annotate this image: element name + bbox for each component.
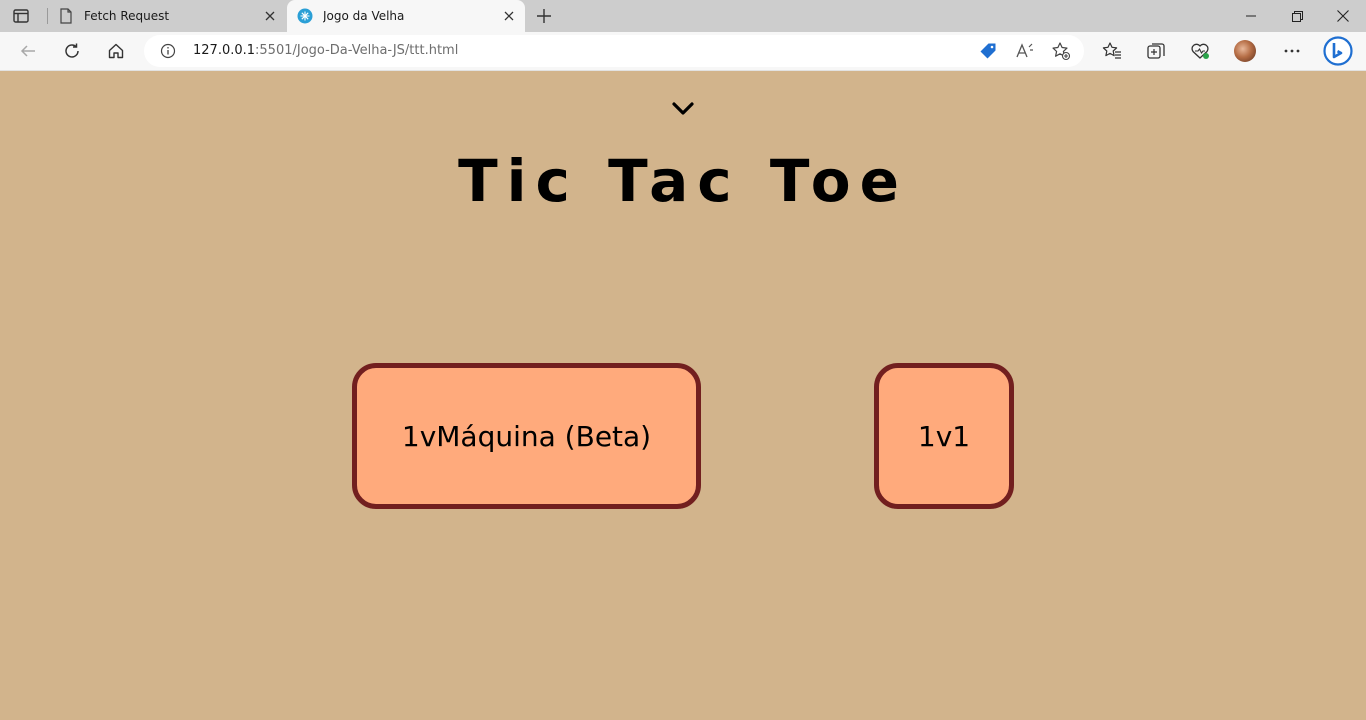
- coupon-tag-icon[interactable]: [978, 41, 998, 61]
- site-info-icon[interactable]: [160, 43, 176, 59]
- home-icon[interactable]: [100, 35, 132, 67]
- url-text: 127.0.0.1:5501/Jogo-Da-Velha-JS/ttt.html: [193, 35, 458, 67]
- tab-title: Jogo da Velha: [323, 9, 405, 23]
- tab-actions-icon[interactable]: [12, 7, 30, 25]
- settings-more-icon[interactable]: [1276, 35, 1308, 67]
- favorites-icon[interactable]: [1096, 35, 1128, 67]
- read-aloud-icon[interactable]: [1015, 41, 1035, 61]
- minimize-icon[interactable]: [1228, 0, 1274, 32]
- tab-title: Fetch Request: [84, 9, 170, 23]
- bing-copilot-icon[interactable]: [1322, 35, 1354, 67]
- chevron-down-icon[interactable]: [672, 101, 694, 117]
- vs-machine-button[interactable]: 1vMáquina (Beta): [352, 363, 701, 509]
- add-favorite-icon[interactable]: [1051, 41, 1071, 61]
- refresh-icon[interactable]: [56, 35, 88, 67]
- back-icon[interactable]: [12, 35, 44, 67]
- game-page: Tic Tac Toe 1vMáquina (Beta) 1v1: [0, 71, 1366, 720]
- browser-essentials-icon[interactable]: [1184, 35, 1216, 67]
- browser-tab-strip: Fetch Request Jogo da Velha: [0, 0, 1366, 32]
- close-window-icon[interactable]: [1320, 0, 1366, 32]
- close-tab-icon[interactable]: [258, 4, 282, 28]
- dev-server-icon: [297, 8, 313, 24]
- url-path: :5501/Jogo-Da-Velha-JS/ttt.html: [255, 43, 459, 58]
- close-tab-icon[interactable]: [497, 4, 521, 28]
- profile-avatar[interactable]: [1229, 35, 1261, 67]
- restore-icon[interactable]: [1274, 0, 1320, 32]
- new-tab-icon[interactable]: [532, 4, 556, 28]
- one-vs-one-button[interactable]: 1v1: [874, 363, 1014, 509]
- browser-toolbar: 127.0.0.1:5501/Jogo-Da-Velha-JS/ttt.html: [0, 32, 1366, 71]
- page-icon: [58, 8, 74, 24]
- tab-fetch-request[interactable]: Fetch Request: [48, 0, 286, 32]
- page-title: Tic Tac Toe: [458, 147, 908, 215]
- url-host: 127.0.0.1: [193, 43, 256, 58]
- collections-icon[interactable]: [1140, 35, 1172, 67]
- tab-jogo-da-velha[interactable]: Jogo da Velha: [287, 0, 525, 32]
- address-bar[interactable]: 127.0.0.1:5501/Jogo-Da-Velha-JS/ttt.html: [144, 35, 1084, 67]
- avatar: [1234, 40, 1256, 62]
